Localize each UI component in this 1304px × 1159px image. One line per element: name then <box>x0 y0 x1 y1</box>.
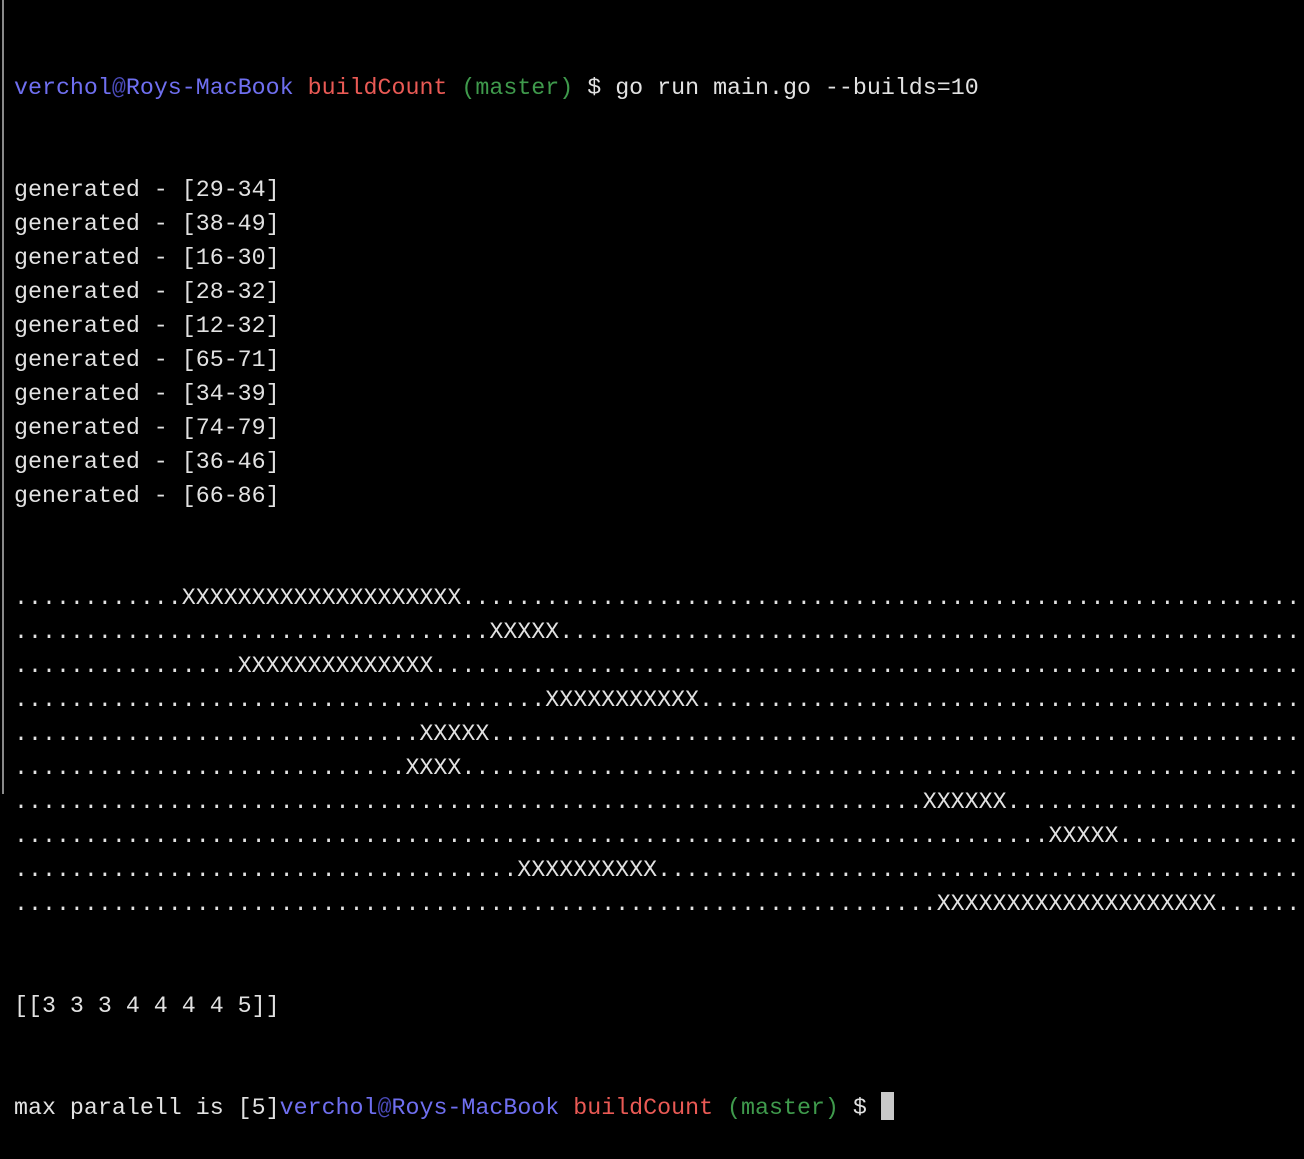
prompt-at: @ <box>377 1095 392 1121</box>
prompt-branch: (master) <box>461 75 574 101</box>
timeline-row: ....................................XXXX… <box>14 857 1301 883</box>
result-line: [[3 3 3 4 4 4 4 5]] <box>14 993 280 1019</box>
command-text: go run main.go --builds=10 <box>615 75 979 101</box>
timeline-row: ........................................… <box>14 789 1301 815</box>
timeline-row: ........................................… <box>14 823 1301 849</box>
timeline-row: .............................XXXXX......… <box>14 721 1301 747</box>
generated-line: generated - [29-34] <box>14 177 280 203</box>
prompt-user: verchol <box>279 1095 378 1121</box>
command-line: verchol@Roys-MacBook buildCount (master)… <box>14 71 1304 105</box>
final-prompt-line: max paralell is [5]verchol@Roys-MacBook … <box>14 1091 1304 1125</box>
timeline-row: ........................................… <box>14 891 1301 917</box>
prompt-branch: (master) <box>727 1095 839 1121</box>
generated-line: generated - [38-49] <box>14 211 280 237</box>
generated-line: generated - [34-39] <box>14 381 280 407</box>
timeline-row: ............XXXXXXXXXXXXXXXXXXXX........… <box>14 585 1301 611</box>
generated-line: generated - [36-46] <box>14 449 280 475</box>
generated-line: generated - [65-71] <box>14 347 280 373</box>
timeline-row: ............................XXXX........… <box>14 755 1301 781</box>
generated-line: generated - [74-79] <box>14 415 280 441</box>
generated-line: generated - [28-32] <box>14 279 280 305</box>
prompt-symbol: $ <box>587 75 602 101</box>
max-parallel-text: max paralell is [5] <box>14 1095 280 1121</box>
generated-list: generated - [29-34] generated - [38-49] ge… <box>14 173 1304 513</box>
text-cursor[interactable] <box>880 1092 894 1120</box>
prompt-dir: buildCount <box>573 1095 714 1121</box>
window-left-border <box>2 0 4 794</box>
generated-line: generated - [66-86] <box>14 483 280 509</box>
timeline-row: ......................................XX… <box>14 687 1301 713</box>
generated-line: generated - [12-32] <box>14 313 280 339</box>
prompt-symbol: $ <box>852 1095 867 1121</box>
prompt-user: verchol <box>14 75 112 101</box>
generated-line: generated - [16-30] <box>14 245 280 271</box>
prompt-host: Roys-MacBook <box>391 1095 560 1121</box>
terminal-output[interactable]: verchol@Roys-MacBook buildCount (master)… <box>14 3 1304 1159</box>
timeline-rows: ............XXXXXXXXXXXXXXXXXXXX........… <box>14 581 1304 921</box>
prompt-dir: buildCount <box>307 75 448 101</box>
timeline-row: ..................................XXXXX.… <box>14 619 1301 645</box>
prompt-at: @ <box>111 75 126 101</box>
timeline-row: ................XXXXXXXXXXXXXX..........… <box>14 653 1301 679</box>
prompt-host: Roys-MacBook <box>125 75 294 101</box>
